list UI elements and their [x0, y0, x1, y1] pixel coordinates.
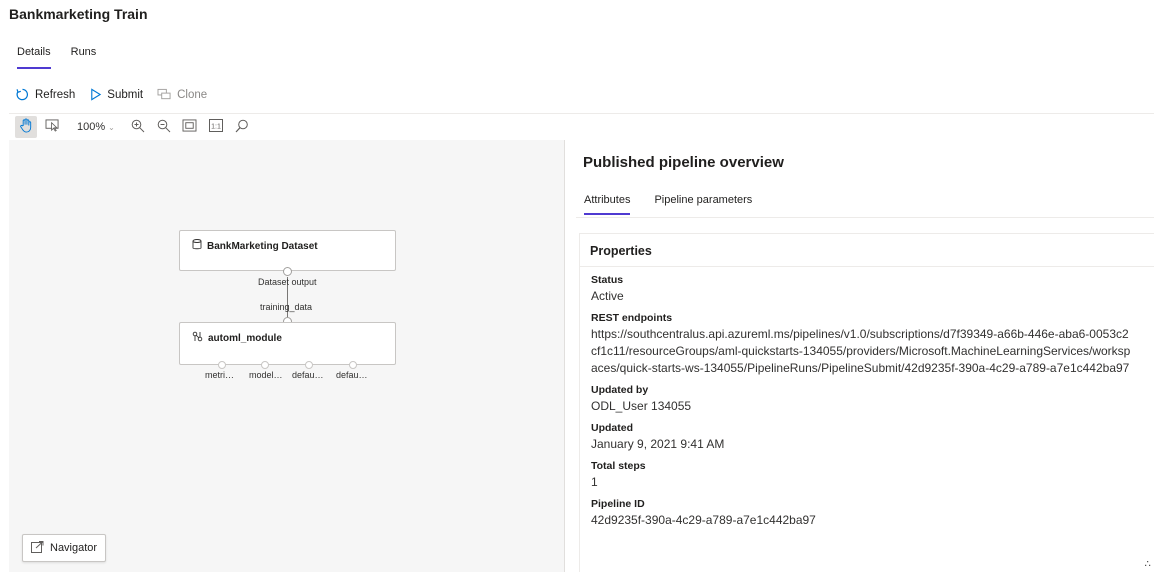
fit-screen-icon	[182, 119, 197, 135]
dataset-output-label: Dataset output	[258, 277, 317, 287]
page-tabs: Details Runs	[17, 46, 96, 69]
dataset-icon	[192, 239, 202, 253]
clone-button[interactable]: Clone	[157, 88, 207, 101]
chevron-down-icon: ⌄	[108, 122, 115, 132]
output-port-label: defau…	[336, 370, 368, 380]
submit-button[interactable]: Submit	[89, 88, 143, 101]
search-button[interactable]	[231, 116, 253, 138]
published-pipeline-panel: Published pipeline overview Attributes P…	[566, 140, 1154, 572]
property-value: 42d9235f-390a-4c29-a789-a7e1c442ba97	[591, 513, 816, 527]
navigator-icon	[31, 540, 44, 556]
hand-pan-icon	[19, 118, 33, 136]
clone-icon	[157, 88, 172, 101]
property-label: Updated by	[591, 384, 649, 396]
automl-node-header: automl_module	[192, 331, 282, 345]
output-port[interactable]	[349, 361, 357, 369]
rest-endpoint-value[interactable]: https://southcentralus.api.azureml.ms/pi…	[591, 326, 1131, 377]
output-port-label: model…	[249, 370, 283, 380]
output-port[interactable]	[218, 361, 226, 369]
dataset-node-title: BankMarketing Dataset	[207, 240, 318, 252]
property-label: Updated	[591, 422, 633, 434]
property-label: REST endpoints	[591, 312, 673, 324]
property-value: January 9, 2021 9:41 AM	[591, 437, 725, 451]
properties-header: Properties	[580, 234, 1154, 267]
property-value: 1	[591, 475, 598, 489]
automl-module-node[interactable]: automl_module	[179, 322, 396, 365]
property-updated: Updated January 9, 2021 9:41 AM	[580, 422, 1154, 453]
actual-size-icon: 1:1	[208, 119, 223, 135]
training-data-label: training_data	[260, 302, 313, 312]
submit-label: Submit	[107, 88, 144, 101]
zoom-out-button[interactable]	[153, 116, 175, 138]
refresh-icon	[15, 87, 30, 102]
property-status: Status Active	[580, 274, 1154, 305]
dataset-node[interactable]: BankMarketing Dataset	[179, 230, 396, 271]
property-value: Active	[591, 289, 624, 303]
property-total-steps: Total steps 1	[580, 460, 1154, 491]
properties-card: Properties Status Active REST endpoints …	[579, 233, 1154, 572]
canvas-toolbar: 100% ⌄ 1:1	[9, 113, 1154, 140]
navigator-label: Navigator	[50, 542, 98, 554]
tab-runs[interactable]: Runs	[71, 46, 97, 69]
actual-size-button[interactable]: 1:1	[205, 116, 227, 138]
output-port[interactable]	[305, 361, 313, 369]
property-pipeline-id: Pipeline ID 42d9235f-390a-4c29-a789-a7e1…	[580, 498, 1154, 529]
tab-attributes[interactable]: Attributes	[584, 194, 631, 215]
property-label: Pipeline ID	[591, 498, 645, 510]
property-value: ODL_User 134055	[591, 399, 692, 413]
zoom-out-icon	[157, 119, 171, 136]
property-rest-endpoints: REST endpoints https://southcentralus.ap…	[580, 312, 1154, 377]
output-port[interactable]	[261, 361, 269, 369]
output-port-label: defau…	[292, 370, 324, 380]
refresh-label: Refresh	[35, 88, 76, 101]
property-updated-by: Updated by ODL_User 134055	[580, 384, 1154, 415]
play-icon	[89, 88, 102, 101]
fit-screen-button[interactable]	[179, 116, 201, 138]
navigator-button[interactable]: Navigator	[22, 534, 107, 562]
zoom-dropdown[interactable]: 100% ⌄	[77, 121, 115, 133]
dataset-node-header: BankMarketing Dataset	[192, 239, 318, 253]
search-icon	[235, 119, 249, 136]
zoom-in-icon	[131, 119, 145, 136]
panel-title: Published pipeline overview	[583, 154, 784, 171]
svg-text:1:1: 1:1	[211, 124, 221, 131]
pipeline-canvas[interactable]: BankMarketing Dataset Dataset output tra…	[9, 140, 565, 572]
tab-divider	[576, 217, 1154, 218]
tab-details[interactable]: Details	[17, 46, 51, 69]
property-label: Status	[591, 274, 624, 286]
automl-node-title: automl_module	[208, 332, 282, 344]
resize-grip-icon[interactable]: ∴	[1145, 559, 1151, 570]
module-icon	[192, 331, 203, 345]
property-label: Total steps	[591, 460, 646, 472]
command-bar: Refresh Submit Clone	[15, 87, 207, 102]
dataset-output-port[interactable]	[283, 267, 292, 276]
clone-label: Clone	[177, 88, 208, 101]
page-title: Bankmarketing Train	[9, 6, 148, 22]
output-port-label: metri…	[205, 370, 234, 380]
panel-tabs: Attributes Pipeline parameters	[584, 194, 752, 215]
zoom-level: 100%	[77, 121, 106, 133]
tab-pipeline-parameters[interactable]: Pipeline parameters	[654, 194, 752, 215]
select-button[interactable]	[41, 116, 63, 138]
hand-pan-button[interactable]	[15, 116, 37, 138]
zoom-in-button[interactable]	[127, 116, 149, 138]
refresh-button[interactable]: Refresh	[15, 87, 75, 102]
select-icon	[45, 119, 60, 135]
